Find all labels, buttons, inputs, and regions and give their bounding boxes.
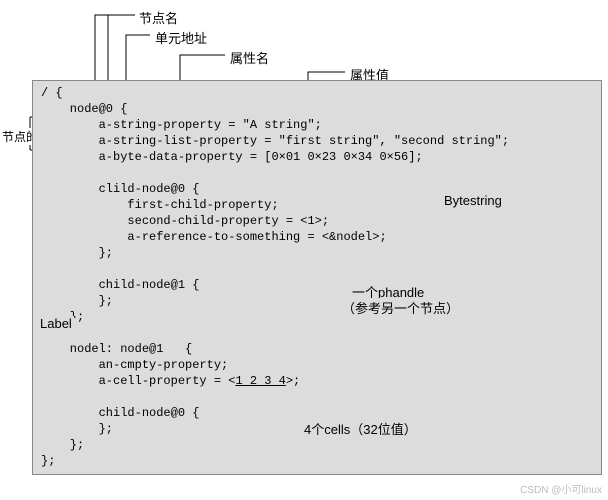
code-block: / { node@0 { a-string-property = "A stri… [33, 81, 601, 474]
code-line: a-string-list-property = "first string",… [41, 134, 509, 148]
annotation-cells: 4个cells（32位值） [302, 419, 419, 438]
code-line: a-reference-to-something = <&nodel>; [41, 230, 387, 244]
watermark: CSDN @小可linux [520, 481, 602, 496]
code-line: }; [41, 422, 113, 436]
code-container: / { node@0 { a-string-property = "A stri… [32, 80, 602, 475]
code-line: nodel: node@1 { [41, 342, 192, 356]
annotation-bytestring: Bytestring [442, 193, 504, 208]
code-line: a-string-property = "A string"; [41, 118, 322, 132]
code-line: }; [41, 294, 113, 308]
code-line: / { [41, 86, 63, 100]
code-line: an-cmpty-property; [41, 358, 228, 372]
code-line: clild-node@0 { [41, 182, 199, 196]
cell-values: 1 2 3 4 [235, 374, 285, 388]
annotation-node-name: 节点名 [137, 8, 180, 27]
code-line: a-byte-data-property = [0×01 0×23 0×34 0… [41, 150, 423, 164]
code-line: a-cell-property = <1 2 3 4>; [41, 374, 300, 388]
code-line: node@0 { [41, 102, 127, 116]
code-line: first-child-property; [41, 198, 279, 212]
code-line: }; [41, 246, 113, 260]
code-line: }; [41, 454, 55, 468]
annotation-phandle-2: （参考另一个节点） [340, 298, 461, 317]
code-line: }; [41, 438, 84, 452]
annotation-unit-address: 单元地址 [153, 28, 209, 47]
code-line: child-node@0 { [41, 406, 199, 420]
annotation-label: Label [38, 316, 74, 331]
code-line: child-node@1 { [41, 278, 199, 292]
annotation-property-name: 属性名 [228, 48, 271, 67]
code-line: second-child-property = <1>; [41, 214, 329, 228]
